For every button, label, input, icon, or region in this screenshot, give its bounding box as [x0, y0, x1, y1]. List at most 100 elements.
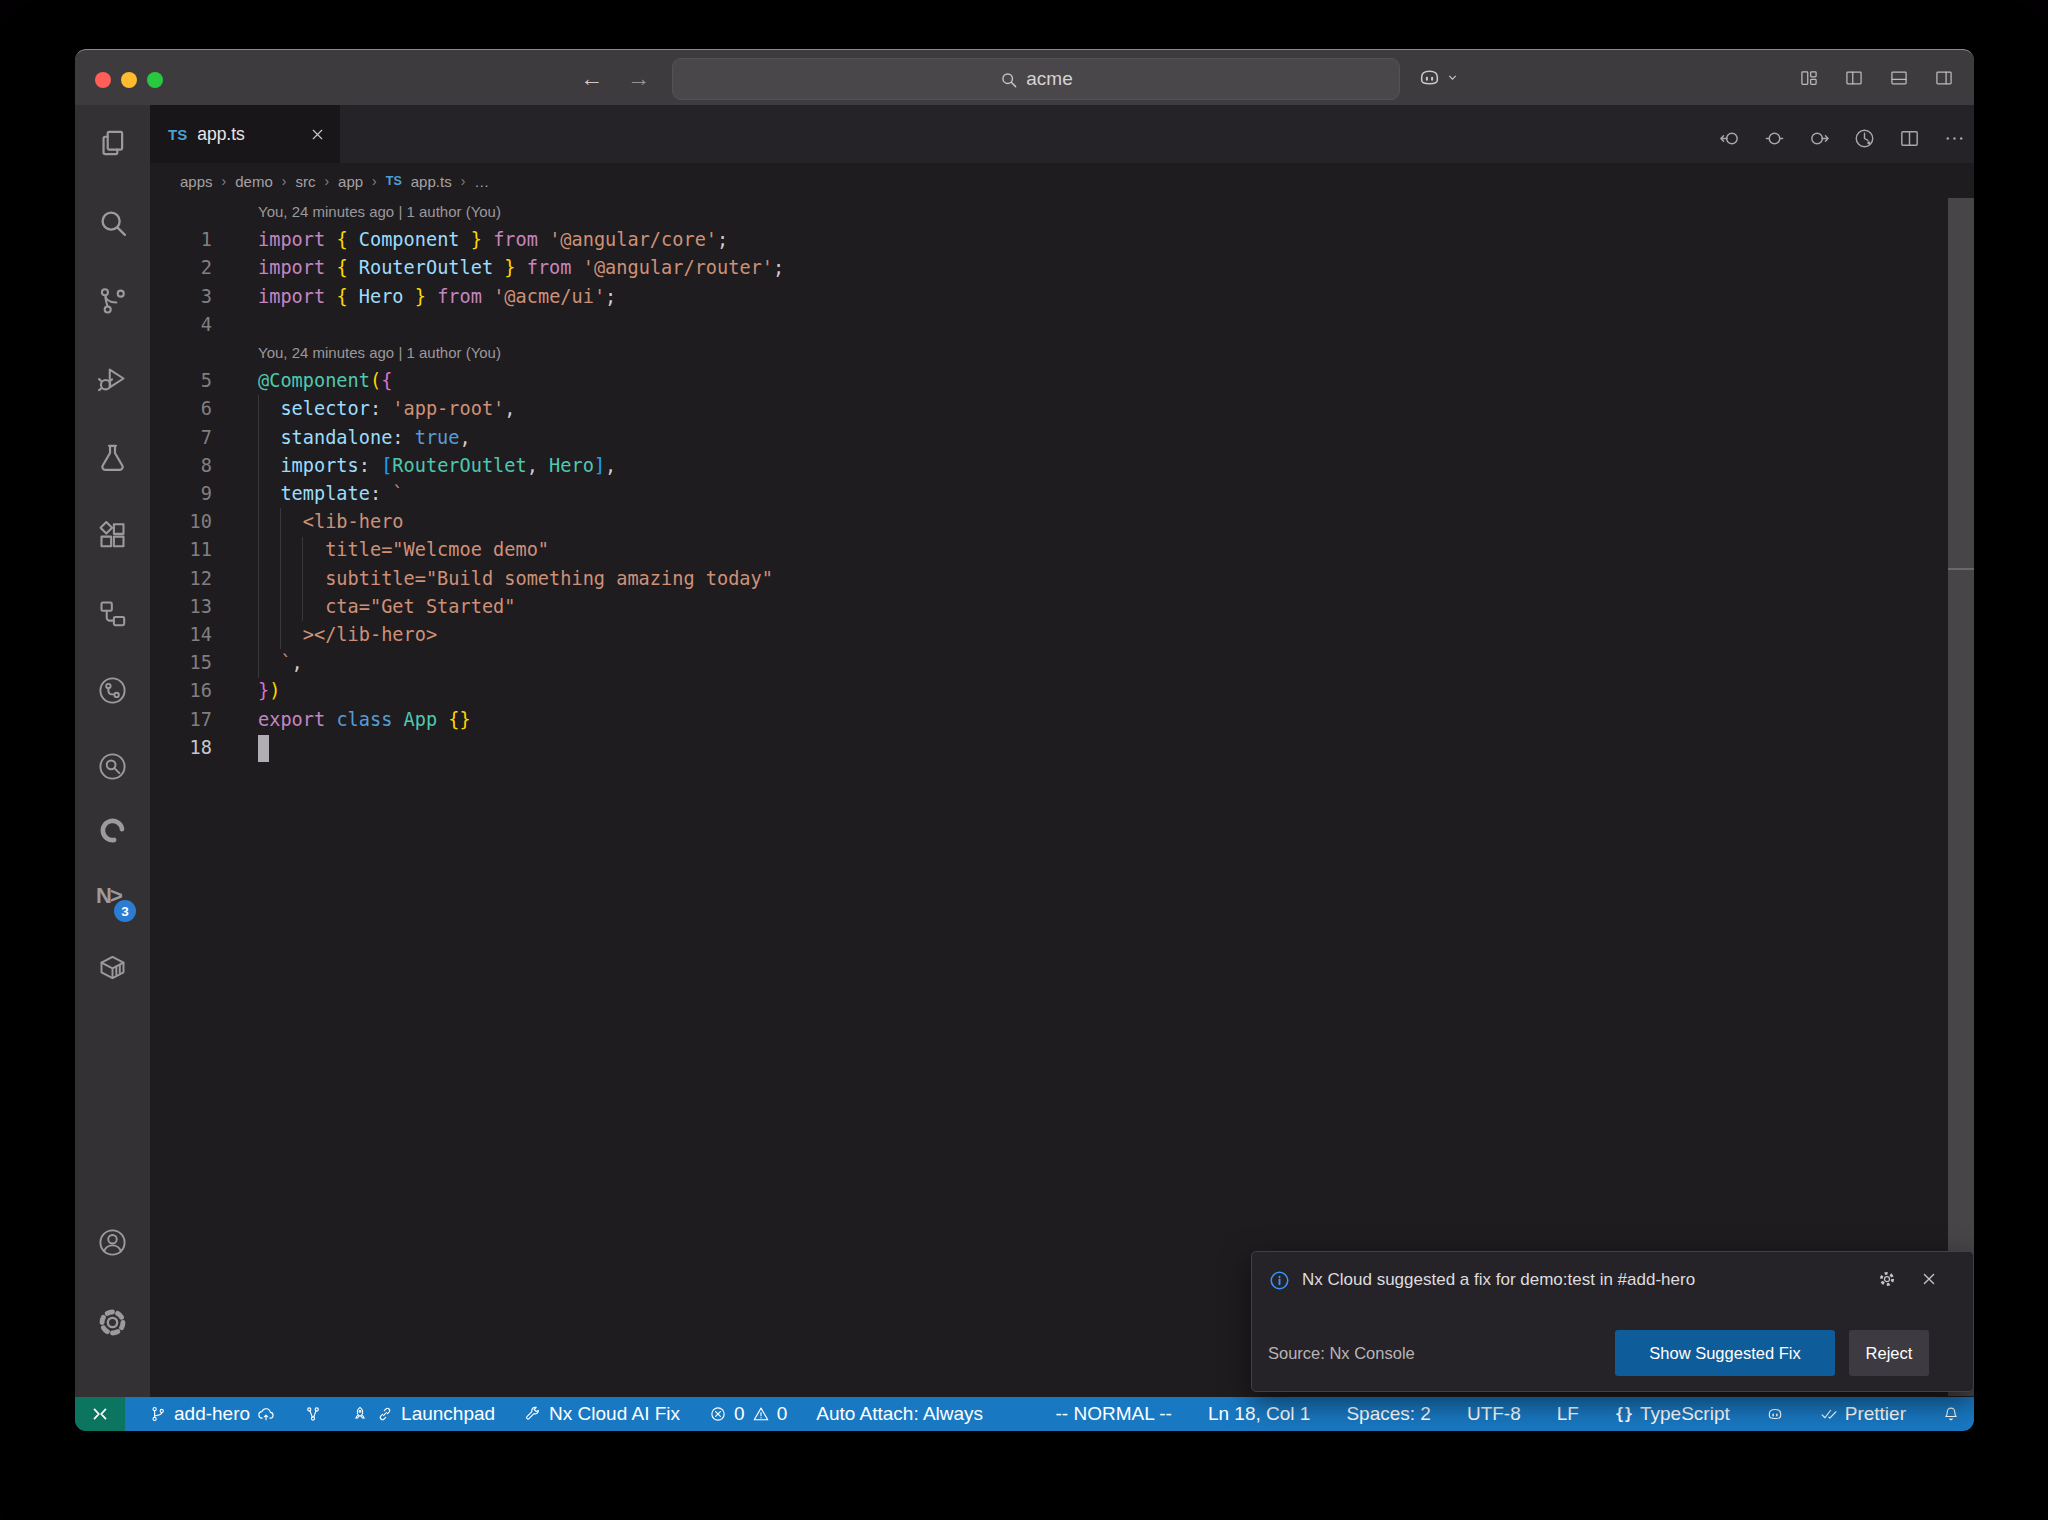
tab-app-ts[interactable]: TS app.ts: [150, 105, 340, 163]
zoom-window-button[interactable]: [147, 72, 163, 88]
code-text: subtitle="Build something amazing today": [258, 565, 773, 593]
remote-indicator[interactable]: [75, 1397, 125, 1431]
toggle-panel-icon[interactable]: [1889, 68, 1909, 92]
close-window-button[interactable]: [95, 72, 111, 88]
run-circle-icon[interactable]: [1853, 127, 1876, 154]
nav-forward-icon[interactable]: →: [627, 64, 650, 92]
link-icon: [376, 1405, 394, 1423]
minimize-window-button[interactable]: [121, 72, 137, 88]
line-number: 5: [150, 367, 212, 395]
status-label: UTF-8: [1467, 1403, 1521, 1425]
status-notifications-bell[interactable]: [1942, 1405, 1960, 1423]
title-bar: ← → acme: [75, 49, 1974, 105]
breadcrumb-item[interactable]: demo: [235, 173, 273, 190]
breadcrumb-item[interactable]: apps: [180, 173, 213, 190]
status-eol[interactable]: LF: [1557, 1403, 1579, 1425]
status-encoding[interactable]: UTF-8: [1467, 1403, 1521, 1425]
status-auto-attach[interactable]: Auto Attach: Always: [816, 1403, 983, 1425]
command-center-search[interactable]: acme: [672, 58, 1400, 100]
line-number: 7: [150, 424, 212, 452]
codelens-blame[interactable]: You, 24 minutes ago | 1 author (You): [258, 198, 501, 226]
status-nx-cloud-ai-fix[interactable]: Nx Cloud AI Fix: [524, 1403, 680, 1425]
line-number: 17: [150, 706, 212, 734]
search-value: acme: [1026, 68, 1072, 90]
vscode-window: ← → acme TS app.ts N>3 apps›demo›src›app…: [75, 49, 1974, 1431]
error-icon: [709, 1405, 727, 1423]
code-line-5: 5@Component({: [75, 367, 1974, 396]
typescript-file-icon: TS: [168, 126, 187, 143]
git-branch-icon: [149, 1405, 167, 1423]
nav-back-icon[interactable]: ←: [580, 64, 603, 92]
copilot-menu[interactable]: [1417, 65, 1459, 90]
notification-settings-icon[interactable]: [1877, 1269, 1897, 1289]
status-vim-mode[interactable]: -- NORMAL --: [1055, 1403, 1171, 1425]
activity-explorer-icon[interactable]: [96, 127, 129, 160]
line-number: 13: [150, 593, 212, 621]
code-line-11: 11 title="Welcmoe demo": [75, 536, 1974, 565]
line-number: 18: [150, 734, 212, 762]
braces-icon: {}: [1615, 1405, 1633, 1423]
editor[interactable]: You, 24 minutes ago | 1 author (You)1imp…: [75, 199, 1974, 1397]
code-line-6: 6 selector: 'app-root',: [75, 395, 1974, 424]
status-nx-project-graph[interactable]: [304, 1405, 322, 1423]
status-label: Nx Cloud AI Fix: [549, 1403, 680, 1425]
code-line-8: 8 imports: [RouterOutlet, Hero],: [75, 452, 1974, 481]
status-copilot-status[interactable]: [1766, 1405, 1784, 1423]
breadcrumb-item[interactable]: …: [474, 173, 489, 190]
status-formatter[interactable]: Prettier: [1820, 1403, 1906, 1425]
nav-forward-circle-icon[interactable]: [1808, 127, 1831, 154]
breadcrumb-item[interactable]: app: [338, 173, 363, 190]
status-label: 0: [734, 1403, 745, 1425]
breadcrumb-separator: ›: [222, 173, 227, 189]
show-suggested-fix-button[interactable]: Show Suggested Fix: [1615, 1330, 1835, 1376]
line-number: 14: [150, 621, 212, 649]
line-number: 15: [150, 649, 212, 677]
status-git-branch[interactable]: add-hero: [149, 1403, 275, 1425]
status-indentation[interactable]: Spaces: 2: [1346, 1403, 1431, 1425]
nav-back-circle-icon[interactable]: [1718, 127, 1741, 154]
code-line-9: 9 template: `: [75, 480, 1974, 509]
editor-scrollbar[interactable]: [1948, 198, 1974, 1396]
line-number: 8: [150, 452, 212, 480]
customize-layout-icon[interactable]: [1799, 68, 1819, 92]
status-bar: add-heroLaunchpadNx Cloud AI Fix00Auto A…: [75, 1397, 1974, 1431]
reject-button[interactable]: Reject: [1849, 1330, 1929, 1376]
status-label: TypeScript: [1640, 1403, 1730, 1425]
code-line-12: 12 subtitle="Build something amazing tod…: [75, 565, 1974, 594]
code-line-18: 18: [75, 734, 1974, 763]
breadcrumb-item[interactable]: src: [295, 173, 315, 190]
status-problems[interactable]: 00: [709, 1403, 787, 1425]
breadcrumb[interactable]: apps›demo›src›app›TSapp.ts›…: [150, 163, 1974, 199]
code-text: imports: [RouterOutlet, Hero],: [258, 452, 616, 480]
codelens-blame[interactable]: You, 24 minutes ago | 1 author (You): [258, 339, 501, 367]
breadcrumb-item[interactable]: app.ts: [411, 173, 452, 190]
status-launchpad[interactable]: Launchpad: [351, 1403, 495, 1425]
code-text: import { Component } from '@angular/core…: [258, 226, 728, 254]
code-line-1: 1import { Component } from '@angular/cor…: [75, 226, 1974, 255]
toggle-secondary-sidebar-icon[interactable]: [1934, 68, 1954, 92]
status-label: Prettier: [1845, 1403, 1906, 1425]
line-number: 10: [150, 508, 212, 536]
code-text: `,: [258, 649, 303, 677]
code-text: selector: 'app-root',: [258, 395, 516, 423]
status-label: -- NORMAL --: [1055, 1403, 1171, 1425]
status-language[interactable]: {} TypeScript: [1615, 1403, 1730, 1425]
split-editor-icon[interactable]: [1898, 127, 1921, 154]
project-graph-icon: [304, 1405, 322, 1423]
breadcrumb-separator: ›: [324, 173, 329, 189]
line-number: 4: [150, 311, 212, 339]
code-line-2: 2 import { RouterOutlet } from '@angular/…: [75, 254, 1974, 283]
split-editor-left-icon[interactable]: [1844, 68, 1864, 92]
status-cursor-position[interactable]: Ln 18, Col 1: [1208, 1403, 1310, 1425]
line-number: 6: [150, 395, 212, 423]
close-tab-icon[interactable]: [309, 126, 326, 143]
line-number: 2: [150, 254, 212, 282]
code-line-13: 13 cta="Get Started": [75, 593, 1974, 622]
nav-dot-circle-icon[interactable]: [1763, 127, 1786, 154]
line-number: 3: [150, 283, 212, 311]
more-actions-icon[interactable]: [1943, 127, 1966, 154]
code-text: import { RouterOutlet } from '@angular/r…: [258, 254, 784, 282]
status-label: Spaces: 2: [1346, 1403, 1431, 1425]
notification-close-icon[interactable]: [1919, 1269, 1939, 1289]
status-label: 0: [777, 1403, 788, 1425]
